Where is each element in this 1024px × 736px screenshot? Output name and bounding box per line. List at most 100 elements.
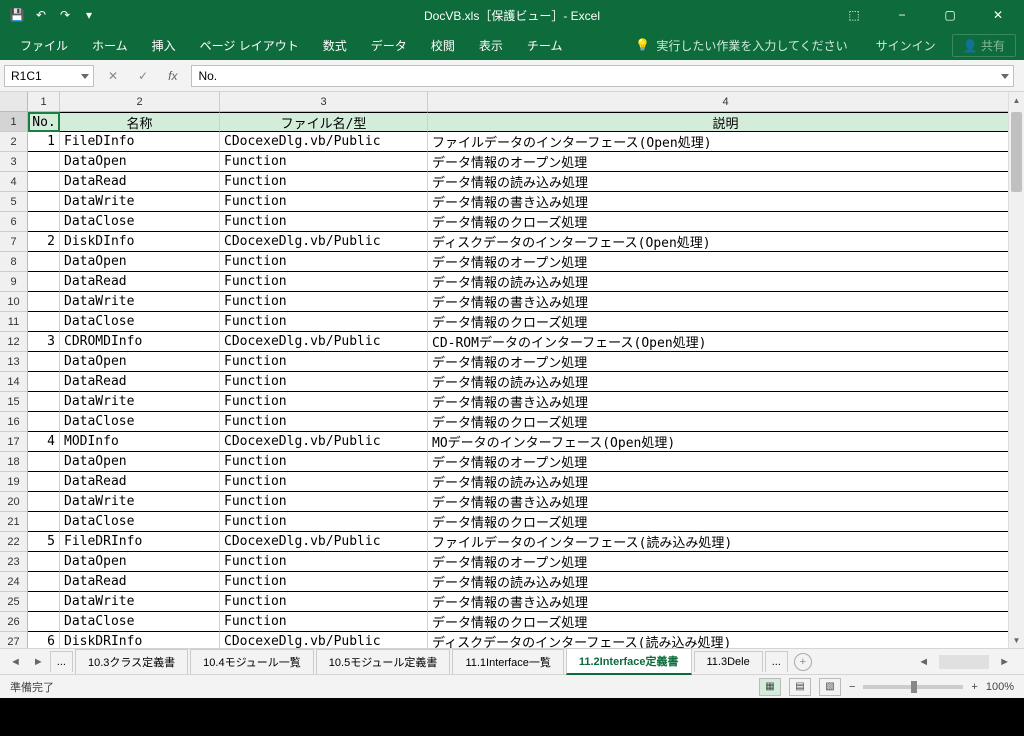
sheet-tab-10-3[interactable]: 10.3クラス定義書 [75, 649, 188, 674]
signin-link[interactable]: サインイン [876, 37, 936, 54]
save-icon[interactable]: 💾 [8, 6, 26, 24]
cell-desc[interactable]: データ情報の書き込み処理 [428, 192, 1024, 212]
header-no[interactable]: No. [28, 112, 60, 132]
row-header[interactable]: 26 [0, 612, 28, 632]
cell-file[interactable]: Function [220, 312, 428, 332]
zoom-out-icon[interactable]: − [849, 681, 855, 693]
cell-desc[interactable]: データ情報の読み込み処理 [428, 272, 1024, 292]
sheet-tab-11-3[interactable]: 11.3Dele [694, 651, 763, 672]
row-header[interactable]: 21 [0, 512, 28, 532]
cell-desc[interactable]: データ情報の読み込み処理 [428, 472, 1024, 492]
cell-desc[interactable]: データ情報のクローズ処理 [428, 512, 1024, 532]
cell-file[interactable]: Function [220, 372, 428, 392]
tell-me-search[interactable]: 💡 実行したい作業を入力してください [627, 37, 855, 54]
row-header[interactable]: 17 [0, 432, 28, 452]
cell-no[interactable] [28, 192, 60, 212]
cell-no[interactable] [28, 452, 60, 472]
cell-file[interactable]: Function [220, 452, 428, 472]
zoom-level[interactable]: 100% [986, 681, 1014, 693]
cell-file[interactable]: Function [220, 512, 428, 532]
cell-desc[interactable]: データ情報の書き込み処理 [428, 592, 1024, 612]
cell-desc[interactable]: ディスクデータのインターフェース(Open処理) [428, 232, 1024, 252]
cell-file[interactable]: Function [220, 392, 428, 412]
cell-desc[interactable]: データ情報のオープン処理 [428, 152, 1024, 172]
cell-name[interactable]: DataOpen [60, 252, 220, 272]
cell-name[interactable]: DataRead [60, 372, 220, 392]
cell-name[interactable]: DataWrite [60, 292, 220, 312]
col-header-1[interactable]: 1 [28, 92, 60, 111]
cell-no[interactable] [28, 252, 60, 272]
cell-no[interactable] [28, 592, 60, 612]
tab-file[interactable]: ファイル [8, 30, 80, 60]
cell-file[interactable]: CDocexeDlg.vb/Public [220, 632, 428, 648]
row-header[interactable]: 8 [0, 252, 28, 272]
cell-desc[interactable]: データ情報の書き込み処理 [428, 492, 1024, 512]
cell-name[interactable]: DiskDRInfo [60, 632, 220, 648]
cell-no[interactable]: 6 [28, 632, 60, 648]
cell-no[interactable] [28, 292, 60, 312]
cell-no[interactable] [28, 372, 60, 392]
cell-name[interactable]: DataOpen [60, 452, 220, 472]
cell-file[interactable]: Function [220, 492, 428, 512]
cell-name[interactable]: DataWrite [60, 592, 220, 612]
qat-more-icon[interactable]: ▾ [80, 6, 98, 24]
cell-desc[interactable]: データ情報の読み込み処理 [428, 172, 1024, 192]
cell-name[interactable]: FileDInfo [60, 132, 220, 152]
col-header-4[interactable]: 4 [428, 92, 1024, 111]
row-header[interactable]: 11 [0, 312, 28, 332]
row-header[interactable]: 6 [0, 212, 28, 232]
cell-desc[interactable]: データ情報のオープン処理 [428, 352, 1024, 372]
tab-insert[interactable]: 挿入 [140, 30, 188, 60]
tab-data[interactable]: データ [359, 30, 419, 60]
tab-home[interactable]: ホーム [80, 30, 140, 60]
row-header[interactable]: 2 [0, 132, 28, 152]
tab-review[interactable]: 校閲 [419, 30, 467, 60]
cell-file[interactable]: Function [220, 592, 428, 612]
tab-view[interactable]: 表示 [467, 30, 515, 60]
row-header[interactable]: 23 [0, 552, 28, 572]
ribbon-display-icon[interactable]: ⬚ [832, 1, 876, 29]
cell-desc[interactable]: データ情報のクローズ処理 [428, 612, 1024, 632]
cell-no[interactable] [28, 492, 60, 512]
cell-desc[interactable]: データ情報のオープン処理 [428, 452, 1024, 472]
cell-file[interactable]: Function [220, 292, 428, 312]
cell-name[interactable]: DiskDInfo [60, 232, 220, 252]
cell-no[interactable] [28, 612, 60, 632]
cell-name[interactable]: CDROMDInfo [60, 332, 220, 352]
row-header[interactable]: 12 [0, 332, 28, 352]
scrollbar-thumb[interactable] [1011, 112, 1022, 192]
tab-team[interactable]: チーム [515, 30, 575, 60]
cell-no[interactable] [28, 212, 60, 232]
cell-file[interactable]: Function [220, 152, 428, 172]
view-pagebreak-icon[interactable]: ▧ [819, 678, 841, 696]
cell-file[interactable]: Function [220, 272, 428, 292]
cell-no[interactable] [28, 552, 60, 572]
hscroll-left-icon[interactable]: ◄ [912, 656, 935, 668]
hscroll-right-icon[interactable]: ► [993, 656, 1016, 668]
zoom-in-icon[interactable]: + [971, 681, 977, 693]
cell-no[interactable] [28, 412, 60, 432]
horizontal-scrollbar[interactable] [939, 655, 989, 669]
header-name[interactable]: 名称 [60, 112, 220, 132]
cell-name[interactable]: DataOpen [60, 552, 220, 572]
tab-pagelayout[interactable]: ページ レイアウト [188, 30, 311, 60]
cell-file[interactable]: Function [220, 212, 428, 232]
cell-desc[interactable]: ファイルデータのインターフェース(読み込み処理) [428, 532, 1024, 552]
vertical-scrollbar[interactable]: ▲ ▼ [1008, 92, 1024, 648]
cell-file[interactable]: Function [220, 472, 428, 492]
cell-file[interactable]: Function [220, 352, 428, 372]
row-header[interactable]: 19 [0, 472, 28, 492]
row-header[interactable]: 15 [0, 392, 28, 412]
undo-icon[interactable]: ↶ [32, 6, 50, 24]
cell-name[interactable]: DataWrite [60, 492, 220, 512]
cell-file[interactable]: Function [220, 252, 428, 272]
cell-file[interactable]: CDocexeDlg.vb/Public [220, 132, 428, 152]
name-box[interactable]: R1C1 [4, 65, 94, 87]
cell-name[interactable]: DataRead [60, 472, 220, 492]
cell-desc[interactable]: データ情報のクローズ処理 [428, 412, 1024, 432]
row-header[interactable]: 10 [0, 292, 28, 312]
row-header[interactable]: 20 [0, 492, 28, 512]
sheet-nav-first-icon[interactable]: ◄ [4, 656, 27, 668]
cell-desc[interactable]: データ情報の読み込み処理 [428, 572, 1024, 592]
redo-icon[interactable]: ↷ [56, 6, 74, 24]
